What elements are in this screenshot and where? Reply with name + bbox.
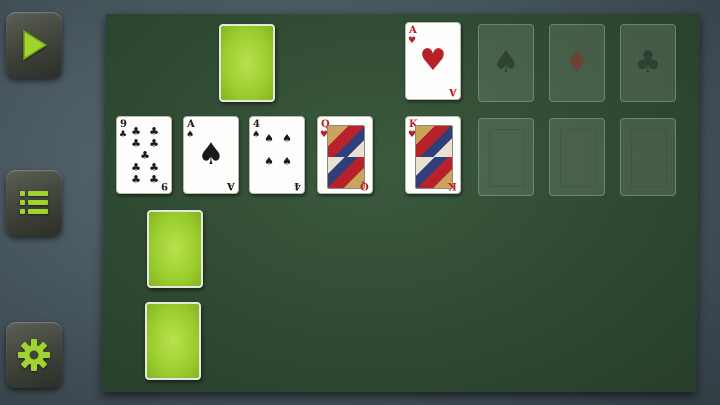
card-rank: 4: [253, 119, 260, 130]
card-rank: 9: [120, 119, 127, 130]
club-icon: ♣: [634, 45, 662, 80]
tableau-card-ace-spades[interactable]: A ♠ ♠ A: [183, 116, 239, 194]
card-rank: 4: [294, 180, 301, 191]
side-pile-card-1[interactable]: [147, 210, 203, 288]
club-icon: ♣: [119, 130, 128, 140]
foundation-slot-king-2[interactable]: [549, 118, 605, 196]
king-silhouette-icon: [631, 129, 667, 187]
list-icon: [20, 191, 48, 214]
foundation-slot-diamonds[interactable]: ♦: [549, 24, 605, 102]
foundation-slot-clubs[interactable]: ♣: [620, 24, 676, 102]
stock-pile-card[interactable]: [219, 24, 275, 102]
heart-icon: ♥: [419, 43, 447, 78]
card-rank: A: [187, 119, 195, 130]
card-rank: K: [448, 180, 457, 191]
foundation-slot-spades[interactable]: ♠: [478, 24, 534, 102]
side-pile-card-2[interactable]: [145, 302, 201, 380]
foundation-slot-king-3[interactable]: [620, 118, 676, 196]
card-rank: A: [449, 86, 457, 97]
tableau-card-9-clubs[interactable]: 9 ♣ ♣ ♣ ♣ ♣ ♣ ♣ ♣ ♣ ♣ 9: [116, 116, 172, 194]
diamond-icon: ♦: [563, 45, 591, 80]
foundation-slot-king-1[interactable]: [478, 118, 534, 196]
spade-icon: ♠: [252, 130, 261, 140]
settings-button[interactable]: [6, 322, 62, 388]
card-rank: Q: [360, 180, 369, 191]
card-rank: A: [227, 180, 235, 191]
spade-icon: ♠: [197, 137, 225, 172]
card-pips: ♣ ♣ ♣ ♣ ♣ ♣ ♣ ♣ ♣: [131, 125, 159, 186]
play-button[interactable]: [6, 12, 62, 78]
card-rank: A: [409, 25, 417, 36]
tableau-card-4-spades[interactable]: 4 ♠ ♠ ♠ ♠ ♠ 4: [249, 116, 305, 194]
menu-button[interactable]: [6, 170, 62, 236]
tableau-card-queen-hearts[interactable]: Q ♥ Q: [317, 116, 373, 194]
foundation-king-hearts[interactable]: K ♥ K: [405, 116, 461, 194]
king-silhouette-icon: [560, 129, 596, 187]
card-rank: 9: [161, 180, 168, 191]
card-pips: ♠ ♠ ♠ ♠: [264, 132, 292, 168]
spade-icon: ♠: [492, 45, 520, 80]
king-silhouette-icon: [489, 129, 525, 187]
gear-icon: [18, 339, 50, 371]
play-icon: [23, 29, 48, 61]
foundation-ace-hearts[interactable]: A ♥ ♥ A: [405, 22, 461, 100]
